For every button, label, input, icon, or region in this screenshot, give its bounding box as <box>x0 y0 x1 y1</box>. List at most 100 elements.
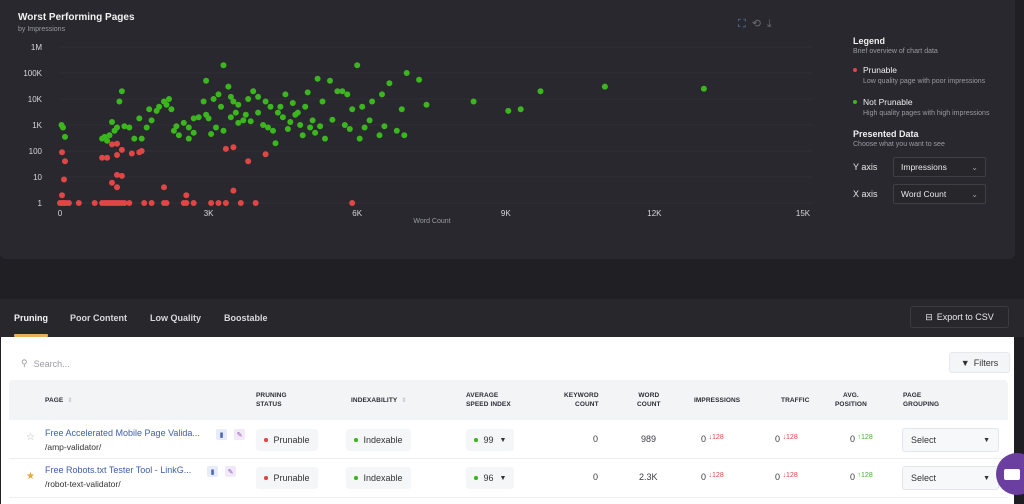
not-prunable-point[interactable] <box>203 77 210 84</box>
x-axis-select[interactable]: Word Count ⌄ <box>893 184 986 204</box>
not-prunable-point[interactable] <box>304 89 311 96</box>
not-prunable-point[interactable] <box>265 124 271 131</box>
not-prunable-point[interactable] <box>126 124 133 131</box>
page-title-link[interactable]: Free Accelerated Mobile Page Valida... <box>45 428 200 438</box>
header-avg-speed-index[interactable]: AVERAGE SPEED INDEX <box>466 391 511 409</box>
not-prunable-point[interactable] <box>136 115 143 122</box>
table-row[interactable]: ★ Free Robots.txt Tester Tool - LinkG...… <box>9 459 1008 498</box>
prunable-point[interactable] <box>262 151 269 158</box>
not-prunable-point[interactable] <box>416 76 423 83</box>
not-prunable-point[interactable] <box>148 117 155 124</box>
prunable-point[interactable] <box>190 200 197 206</box>
prunable-point[interactable] <box>65 200 72 206</box>
not-prunable-point[interactable] <box>203 111 210 118</box>
header-impressions[interactable]: IMPRESSIONS <box>694 396 740 405</box>
prunable-point[interactable] <box>208 200 215 206</box>
prunable-point[interactable] <box>245 158 252 165</box>
prunable-point[interactable] <box>118 146 125 153</box>
not-prunable-point[interactable] <box>356 135 363 142</box>
not-prunable-point[interactable] <box>255 109 262 116</box>
header-indexability[interactable]: INDEXABILITY ⇕ <box>351 396 406 406</box>
not-prunable-point[interactable] <box>297 122 304 128</box>
legend-item-prunable[interactable]: Prunable Low quality page with poor impr… <box>853 65 1003 87</box>
prunable-point[interactable] <box>183 192 190 199</box>
not-prunable-point[interactable] <box>403 70 410 76</box>
prunable-point[interactable] <box>114 152 120 158</box>
prunable-point[interactable] <box>183 200 190 206</box>
prunable-point[interactable] <box>109 179 115 186</box>
prunable-point[interactable] <box>237 200 244 206</box>
prunable-point[interactable] <box>222 200 229 206</box>
not-prunable-point[interactable] <box>109 119 115 125</box>
not-prunable-point[interactable] <box>156 103 163 110</box>
prunable-point[interactable] <box>118 172 125 179</box>
not-prunable-point[interactable] <box>517 106 524 113</box>
tab-boostable[interactable]: Boostable <box>224 313 268 323</box>
not-prunable-point[interactable] <box>274 109 281 116</box>
prunable-point[interactable] <box>91 200 98 206</box>
not-prunable-point[interactable] <box>366 117 373 124</box>
not-prunable-point[interactable] <box>314 75 321 82</box>
not-prunable-point[interactable] <box>289 100 296 106</box>
not-prunable-point[interactable] <box>386 80 393 87</box>
not-prunable-point[interactable] <box>210 96 217 102</box>
not-prunable-point[interactable] <box>369 98 376 105</box>
not-prunable-point[interactable] <box>163 101 170 108</box>
prunable-point[interactable] <box>104 154 111 161</box>
tab-low-quality[interactable]: Low Quality <box>150 313 201 323</box>
not-prunable-point[interactable] <box>195 114 202 121</box>
not-prunable-point[interactable] <box>537 88 544 95</box>
prunable-point[interactable] <box>252 200 259 206</box>
prunable-point[interactable] <box>126 200 133 206</box>
wrench-icon[interactable]: ✎ <box>225 466 236 477</box>
not-prunable-point[interactable] <box>423 101 430 108</box>
not-prunable-point[interactable] <box>344 91 351 98</box>
not-prunable-point[interactable] <box>116 98 123 105</box>
prunable-point[interactable] <box>222 145 229 152</box>
not-prunable-point[interactable] <box>292 111 299 118</box>
not-prunable-point[interactable] <box>143 124 150 131</box>
prunable-point[interactable] <box>349 200 356 206</box>
not-prunable-point[interactable] <box>349 106 356 113</box>
prunable-point[interactable] <box>148 200 155 206</box>
not-prunable-point[interactable] <box>232 109 239 116</box>
not-prunable-point[interactable] <box>267 103 274 110</box>
prunable-point[interactable] <box>114 140 120 147</box>
not-prunable-point[interactable] <box>312 129 319 136</box>
search-input[interactable]: ⚲ Search... <box>21 358 70 369</box>
page-title-link[interactable]: Free Robots.txt Tester Tool - LinkG... <box>45 465 191 475</box>
prunable-point[interactable] <box>59 192 65 199</box>
prunable-point[interactable] <box>141 200 148 206</box>
not-prunable-point[interactable] <box>168 106 175 113</box>
not-prunable-point[interactable] <box>282 91 289 98</box>
not-prunable-point[interactable] <box>700 85 707 92</box>
page-grouping-select[interactable]: Select ▼ <box>902 428 999 452</box>
not-prunable-point[interactable] <box>470 98 477 105</box>
y-axis-select[interactable]: Impressions ⌄ <box>893 157 986 177</box>
prunable-point[interactable] <box>161 184 167 191</box>
not-prunable-point[interactable] <box>341 122 348 128</box>
not-prunable-point[interactable] <box>287 119 294 125</box>
wrench-icon[interactable]: ✎ <box>234 429 245 440</box>
not-prunable-point[interactable] <box>309 117 316 124</box>
not-prunable-point[interactable] <box>106 132 113 139</box>
not-prunable-point[interactable] <box>381 123 388 130</box>
export-csv-button[interactable]: ⊟ Export to CSV <box>910 306 1009 328</box>
not-prunable-point[interactable] <box>359 103 366 110</box>
not-prunable-point[interactable] <box>361 124 368 131</box>
filters-button[interactable]: ▼ Filters <box>949 352 1010 373</box>
not-prunable-point[interactable] <box>317 123 324 130</box>
not-prunable-point[interactable] <box>173 123 180 130</box>
not-prunable-point[interactable] <box>284 126 291 132</box>
not-prunable-point[interactable] <box>218 103 224 110</box>
prunable-point[interactable] <box>75 200 82 206</box>
not-prunable-point[interactable] <box>190 115 197 122</box>
page-grouping-select[interactable]: Select ▼ <box>902 466 999 490</box>
header-word-count[interactable]: WORD COUNT <box>637 391 661 409</box>
not-prunable-point[interactable] <box>200 98 207 105</box>
not-prunable-point[interactable] <box>213 124 219 131</box>
not-prunable-point[interactable] <box>235 101 242 108</box>
not-prunable-point[interactable] <box>225 83 232 90</box>
prunable-point[interactable] <box>59 149 65 156</box>
not-prunable-point[interactable] <box>339 88 346 95</box>
